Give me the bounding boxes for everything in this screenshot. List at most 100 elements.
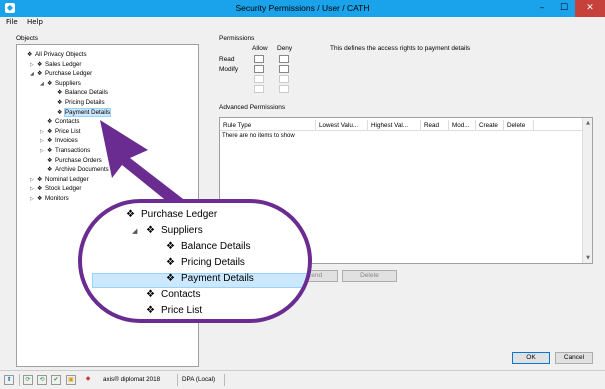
tree-item-label: Contacts <box>55 118 80 126</box>
diamond-icon: ❖ <box>166 241 175 252</box>
grid-scrollbar[interactable]: ▲ ▼ <box>582 118 592 263</box>
zoom-item-label: Balance Details <box>181 241 251 252</box>
cancel-button[interactable]: Cancel <box>555 352 593 364</box>
tree-item[interactable]: ▷ ❖ Transactions <box>40 146 90 155</box>
tree-item[interactable]: ❖ Contacts <box>40 117 79 126</box>
scroll-down-icon[interactable]: ▼ <box>583 253 593 263</box>
zoom-item-label: Purchase Ledger <box>141 209 218 220</box>
col-delete[interactable]: Delete <box>504 120 534 131</box>
zoom-tree-item: ❖ Contacts <box>132 287 200 302</box>
status-separator <box>177 374 178 386</box>
menu-file[interactable]: File <box>6 18 18 26</box>
zoom-tree-item: ❖ Payment Details <box>152 271 254 286</box>
lock-icon[interactable]: ▣ <box>66 375 76 385</box>
col-highest-value[interactable]: Highest Val... <box>368 120 421 131</box>
read-allow-checkbox[interactable] <box>254 55 264 63</box>
zoom-item-label: Price List <box>161 305 203 316</box>
scroll-up-icon[interactable]: ▲ <box>583 118 593 128</box>
window-title: Security Permissions / User / CATH <box>235 3 370 13</box>
status-bar: ⬆ ⟳ ⟲ ✔ ▣ ◆ axis® diplomat 2018 DPA (Loc… <box>0 370 605 389</box>
zoom-tree-item: ❖ Price List <box>132 303 202 318</box>
tree-item-label: Stock Ledger <box>45 185 82 193</box>
expander-icon[interactable]: ▷ <box>30 195 37 204</box>
modify-deny-checkbox[interactable] <box>279 65 289 73</box>
allow-header: Allow <box>252 45 268 52</box>
tree-item-label: Payment Details <box>63 107 112 117</box>
row4-deny-checkbox[interactable] <box>279 85 289 93</box>
sync-icon[interactable]: ⟲ <box>37 375 47 385</box>
zoom-item-label: Pricing Details <box>181 257 245 268</box>
upload-icon[interactable]: ⬆ <box>4 375 14 385</box>
maximize-icon[interactable]: ☐ <box>553 0 575 17</box>
tree-item-label: Balance Details <box>65 89 108 97</box>
tree-item-label: Nominal Ledger <box>45 175 89 183</box>
zoom-callout: ❖ Purchase Ledger ◢ ❖ Suppliers ❖ Balance Deta… <box>78 199 312 323</box>
zoom-item-label: Payment Details <box>181 273 254 284</box>
tree-item[interactable]: ▷ ❖ Sales Ledger <box>30 60 81 69</box>
tree-item[interactable]: ❖ Balance Details <box>50 88 108 97</box>
tree-item[interactable]: ❖ Payment Details <box>50 107 112 117</box>
diamond-icon: ❖ <box>126 209 135 220</box>
status-separator <box>224 374 225 386</box>
tree-item[interactable]: ▷ ❖ Stock Ledger <box>30 184 81 193</box>
tree-item[interactable]: ❖ Archive Documents <box>40 165 109 174</box>
tree-item-label: Purchase Orders <box>55 156 102 164</box>
expander-icon: ◢ <box>132 228 138 235</box>
diamond-icon: ❖ <box>146 305 155 316</box>
permissions-label: Permissions <box>219 35 255 42</box>
grid-header: Rule Type Lowest Valu... Highest Val... … <box>220 120 582 131</box>
tree-item-label: Pricing Details <box>65 99 105 106</box>
refresh-icon[interactable]: ⟳ <box>23 375 33 385</box>
database-name: DPA (Local) <box>182 376 216 383</box>
col-lowest-value[interactable]: Lowest Valu... <box>316 120 368 131</box>
diamond-icon: ❖ <box>166 257 175 268</box>
menu-help[interactable]: Help <box>27 18 43 26</box>
row3-allow-checkbox[interactable] <box>254 75 264 83</box>
delete-button[interactable]: Delete <box>342 270 397 282</box>
deny-header: Deny <box>277 45 293 52</box>
tree-item[interactable]: ▷ ❖ Monitors <box>30 194 69 203</box>
expander-icon[interactable]: ◢ <box>40 80 47 89</box>
advanced-permissions-label: Advanced Permissions <box>219 104 286 111</box>
col-read[interactable]: Read <box>421 120 449 131</box>
row4-allow-checkbox[interactable] <box>254 85 264 93</box>
axis-logo-icon: ◆ <box>85 375 91 382</box>
zoom-tree-item: ◢ ❖ Suppliers <box>132 223 203 238</box>
tree-item-label: All Privacy Objects <box>35 51 87 58</box>
read-deny-checkbox[interactable] <box>279 55 289 63</box>
col-modify[interactable]: Mod... <box>449 120 476 131</box>
tree-item-label: Suppliers <box>55 79 81 87</box>
zoom-tree-item: ❖ Balance Details <box>152 239 250 254</box>
tree-item-label: Invoices <box>55 137 78 145</box>
tree-item[interactable]: ◢ ❖ Purchase Ledger <box>30 69 92 78</box>
modify-allow-checkbox[interactable] <box>254 65 264 73</box>
permission-description: This defines the access rights to paymen… <box>330 45 471 52</box>
modify-label: Modify <box>219 66 239 73</box>
tree-item[interactable]: ◢ ❖ Suppliers <box>40 79 81 88</box>
expander-icon[interactable]: ◢ <box>30 70 37 79</box>
tree-item-label: Purchase Ledger <box>45 70 93 78</box>
tree-item[interactable]: ❖ Purchase Orders <box>40 156 102 165</box>
tree-item[interactable]: ▷ ❖ Invoices <box>40 136 78 145</box>
col-create[interactable]: Create <box>476 120 504 131</box>
col-rule-type[interactable]: Rule Type <box>220 120 316 131</box>
grid-empty-message: There are no items to show <box>222 133 295 139</box>
tree-item[interactable]: ▷ ❖ Nominal Ledger <box>30 175 89 184</box>
row3-deny-checkbox[interactable] <box>279 75 289 83</box>
zoom-tree-item: ❖ Pricing Details <box>152 255 245 270</box>
tree-item[interactable]: ❖ Pricing Details <box>50 98 105 107</box>
product-version: axis® diplomat 2018 <box>103 376 161 383</box>
zoom-item-label: Suppliers <box>161 225 203 236</box>
minimize-icon[interactable]: – <box>531 0 553 17</box>
tree-item-label: Sales Ledger <box>45 60 82 68</box>
read-label: Read <box>219 56 235 63</box>
ok-button[interactable]: OK <box>512 352 550 364</box>
zoom-tree-item: ❖ Purchase Ledger <box>112 207 217 222</box>
diamond-icon: ❖ <box>166 273 175 284</box>
tree-item[interactable]: ▷ ❖ Price List <box>40 127 80 136</box>
tree-item[interactable]: ❖ All Privacy Objects <box>20 50 87 59</box>
checklist-icon[interactable]: ✔ <box>51 375 61 385</box>
tree-item-label: Monitors <box>45 195 69 202</box>
close-icon[interactable]: ✕ <box>575 0 605 17</box>
title-bar: ◆ Security Permissions / User / CATH – ☐… <box>0 0 605 17</box>
